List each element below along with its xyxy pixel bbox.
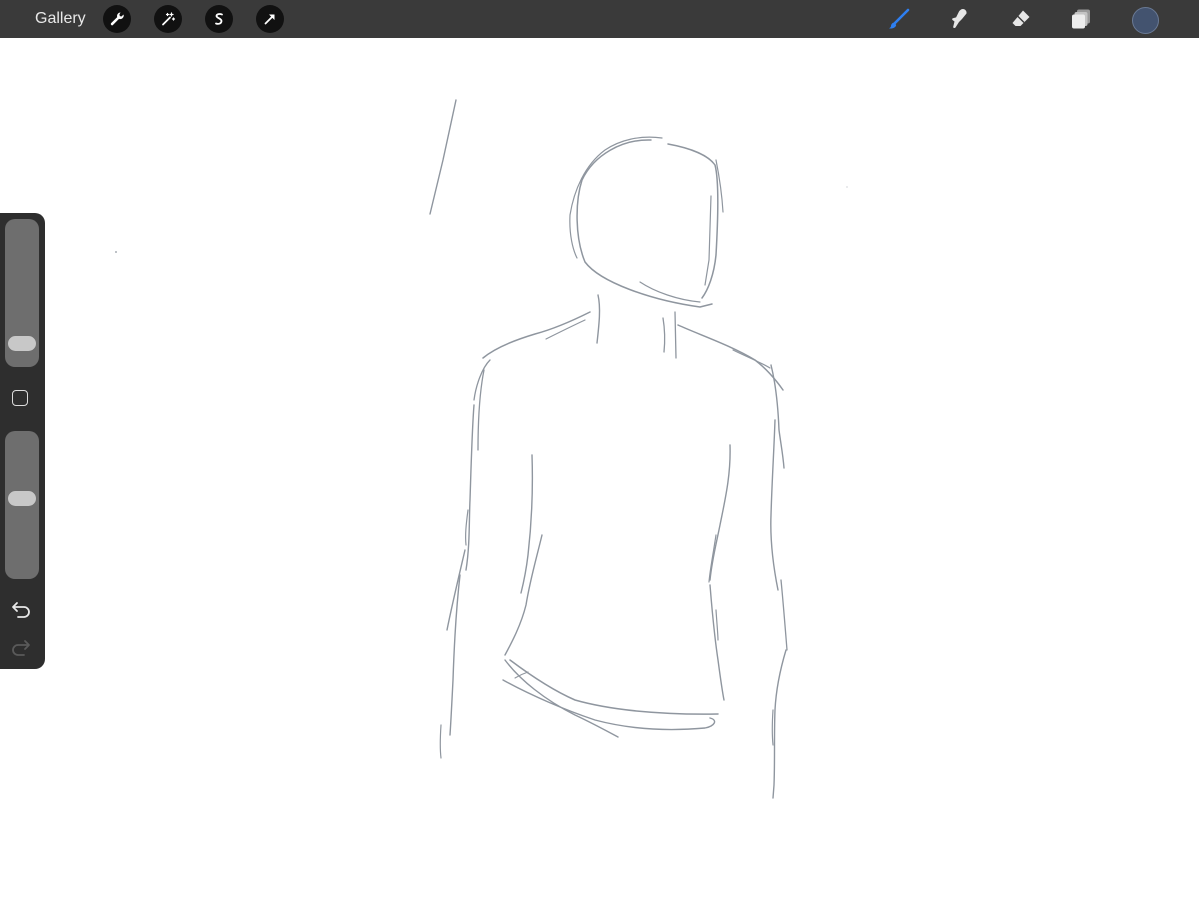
drawing-canvas[interactable] bbox=[0, 38, 1199, 899]
opacity-knob[interactable] bbox=[8, 491, 36, 507]
redo-button[interactable] bbox=[10, 637, 32, 657]
wrench-icon bbox=[110, 12, 124, 26]
transform-button[interactable] bbox=[256, 5, 284, 33]
actions-button[interactable] bbox=[103, 5, 131, 33]
modify-square-icon[interactable] bbox=[12, 390, 28, 406]
brush-size-knob[interactable] bbox=[8, 335, 36, 351]
brush-icon bbox=[889, 8, 910, 29]
transform-arrow-icon bbox=[264, 14, 275, 25]
gallery-button[interactable]: Gallery bbox=[35, 9, 86, 29]
opacity-slider[interactable] bbox=[5, 431, 39, 579]
brush-size-slider[interactable] bbox=[5, 219, 39, 367]
adjustments-button[interactable] bbox=[154, 5, 182, 33]
redo-icon bbox=[12, 640, 30, 656]
sketch-drawing bbox=[115, 99, 848, 799]
eraser-icon bbox=[1012, 10, 1030, 26]
eraser-tool[interactable] bbox=[1006, 4, 1036, 34]
smudge-icon bbox=[952, 9, 967, 29]
selection-button[interactable] bbox=[205, 5, 233, 33]
top-toolbar: Gallery bbox=[0, 0, 1199, 38]
layers-icon bbox=[1072, 9, 1090, 29]
magic-wand-icon bbox=[162, 12, 176, 26]
smudge-tool[interactable] bbox=[945, 4, 975, 34]
undo-icon bbox=[12, 602, 30, 618]
selection-s-icon bbox=[215, 13, 223, 25]
undo-button[interactable] bbox=[10, 599, 32, 619]
brush-tool[interactable] bbox=[884, 4, 914, 34]
color-picker-button[interactable] bbox=[1132, 7, 1159, 34]
left-sidebar bbox=[0, 213, 45, 669]
layers-tool[interactable] bbox=[1067, 4, 1097, 34]
